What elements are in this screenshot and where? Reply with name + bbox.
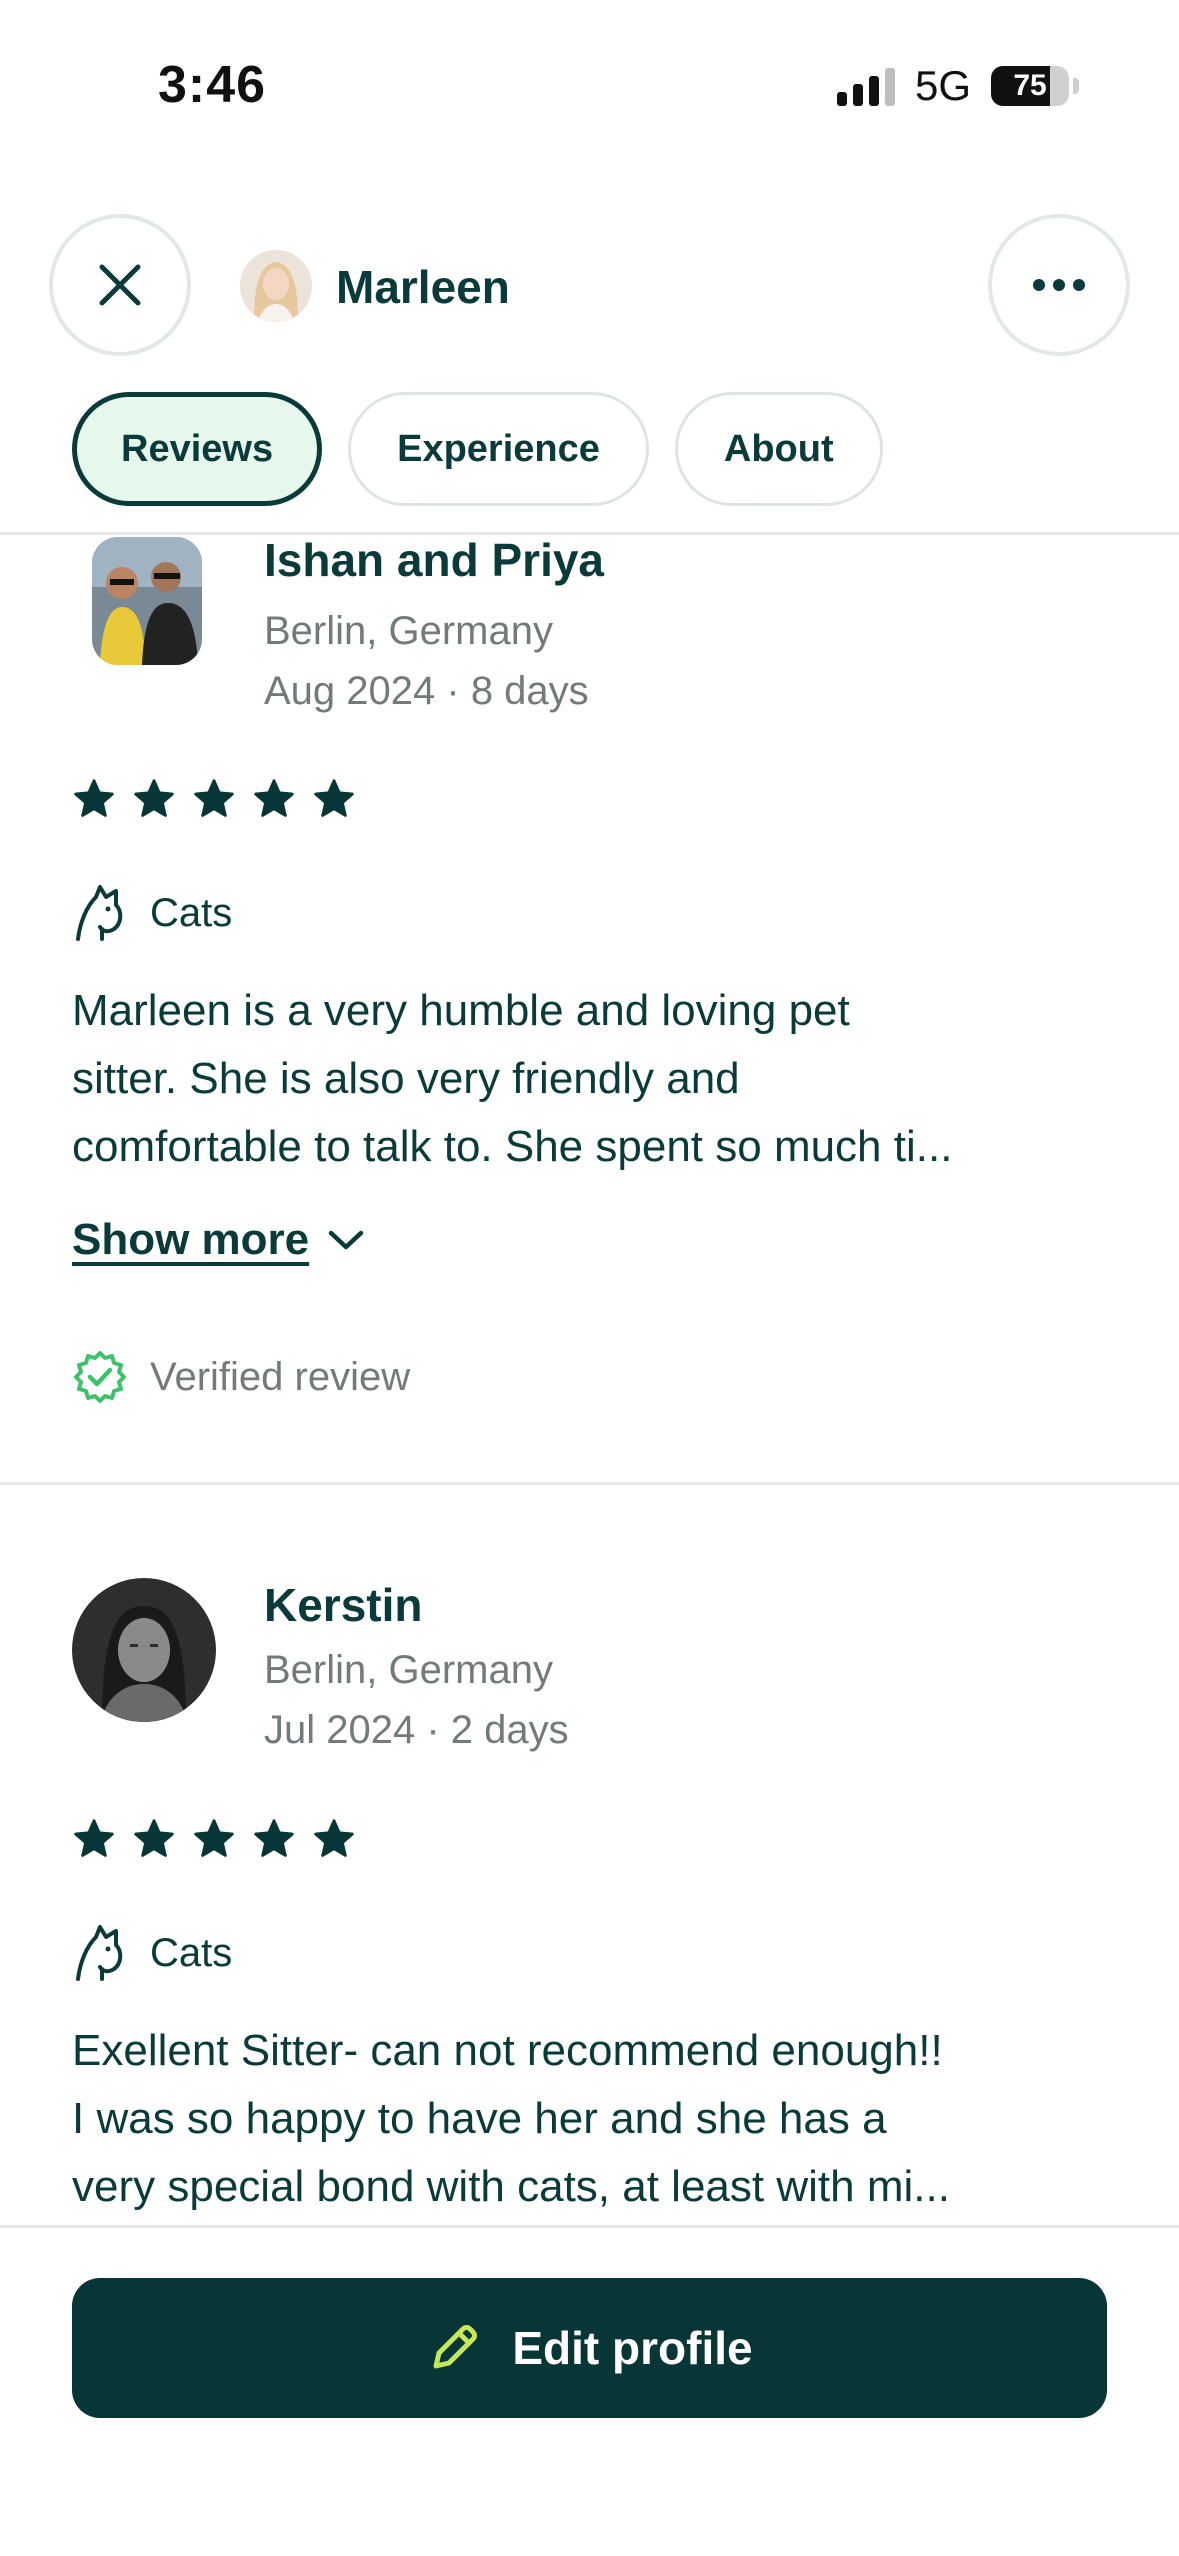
close-button[interactable]	[49, 214, 191, 356]
tab-experience[interactable]: Experience	[348, 392, 649, 506]
review-date: Aug 2024 · 8 days	[264, 669, 589, 713]
review-text: Marleen is a very humble and loving pet …	[72, 977, 1112, 1181]
pet-type-label: Cats	[150, 890, 233, 935]
bottom-bar-divider	[0, 2225, 1179, 2228]
star-icon	[134, 1819, 174, 1857]
network-type: 5G	[914, 62, 971, 109]
more-horizontal-icon	[1033, 279, 1085, 291]
profile-tabs: Reviews Experience About	[72, 392, 883, 506]
star-icon	[314, 779, 354, 817]
verified-badge-icon	[74, 1351, 126, 1403]
review-divider	[0, 1482, 1179, 1485]
review-text: Exellent Sitter- can not recommend enoug…	[72, 2017, 1112, 2221]
profile-name: Marleen	[336, 261, 510, 313]
review-text-line: I was so happy to have her and she has a	[72, 2094, 887, 2143]
verified-review: Verified review	[72, 1349, 410, 1405]
star-icon	[314, 1819, 354, 1857]
edit-profile-button[interactable]: Edit profile	[72, 2278, 1107, 2418]
review-text-line: Marleen is a very humble and loving pet	[72, 986, 850, 1035]
star-rating	[72, 1817, 356, 1861]
verified-review-label: Verified review	[150, 1354, 411, 1399]
star-icon	[254, 779, 294, 817]
reviews-list[interactable]: Ishan and Priya Berlin, Germany Aug 2024…	[0, 535, 1179, 2225]
reviewer-location: Berlin, Germany	[264, 1648, 553, 1692]
cat-icon	[76, 885, 123, 941]
star-icon	[194, 1819, 234, 1857]
more-options-button[interactable]	[988, 214, 1130, 356]
reviewer-name: Ishan and Priya	[264, 535, 605, 586]
star-rating	[72, 777, 356, 821]
star-icon	[74, 779, 114, 817]
pet-type-label: Cats	[150, 1930, 233, 1975]
signal-icon	[836, 66, 895, 106]
review-text-line: comfortable to talk to. She spent so muc…	[72, 1122, 953, 1171]
review-text-line: Exellent Sitter- can not recommend enoug…	[72, 2026, 943, 2075]
star-icon	[194, 779, 234, 817]
show-more-label: Show more	[72, 1215, 310, 1264]
reviewer-location: Berlin, Germany	[264, 609, 553, 653]
show-more-button[interactable]: Show more	[72, 1215, 365, 1265]
tab-reviews[interactable]: Reviews	[72, 392, 323, 506]
review-text-line: sitter. She is also very friendly and	[72, 1054, 740, 1103]
star-icon	[74, 1819, 114, 1857]
star-icon	[134, 779, 174, 817]
battery-tip	[1073, 78, 1079, 94]
pet-type-row: Cats	[72, 1923, 232, 1983]
cat-icon	[76, 1925, 123, 1981]
review-text-line: very special bond with cats, at least wi…	[72, 2162, 950, 2211]
battery-icon: 75	[991, 66, 1069, 106]
avatar	[240, 250, 312, 322]
tab-about[interactable]: About	[674, 392, 883, 506]
reviewer-avatar	[72, 1578, 216, 1722]
pencil-icon	[433, 2325, 478, 2369]
star-icon	[254, 1819, 294, 1857]
chevron-down-icon	[328, 1230, 364, 1250]
pet-type-row: Cats	[72, 883, 232, 943]
status-time: 3:46	[158, 56, 267, 114]
battery-percent: 75	[1013, 69, 1047, 102]
reviewer-name: Kerstin	[264, 1579, 423, 1631]
review-date: Jul 2024 · 2 days	[264, 1708, 569, 1752]
profile-header: Marleen	[0, 210, 1179, 360]
reviewer-avatar	[92, 537, 202, 665]
status-indicators: 5G 75	[836, 62, 1079, 110]
status-bar: 3:46 5G 75	[0, 0, 1179, 170]
close-icon	[99, 264, 141, 306]
edit-profile-label: Edit profile	[512, 2322, 753, 2374]
